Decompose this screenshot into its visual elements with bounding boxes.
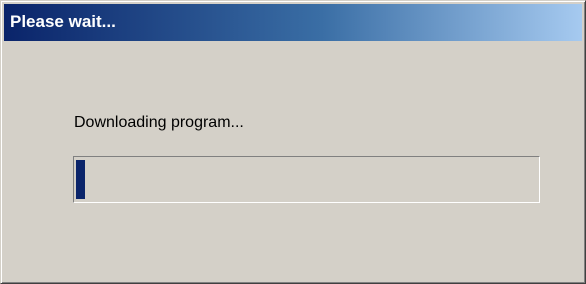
progress-bar-block (76, 160, 86, 199)
download-progress-bar (73, 156, 540, 203)
status-message: Downloading program... (74, 114, 244, 131)
progress-dialog: Please wait... Downloading program... (0, 0, 586, 284)
window-title: Please wait... (10, 12, 116, 31)
progress-bar-fill (76, 160, 86, 199)
title-bar[interactable]: Please wait... (4, 4, 582, 41)
